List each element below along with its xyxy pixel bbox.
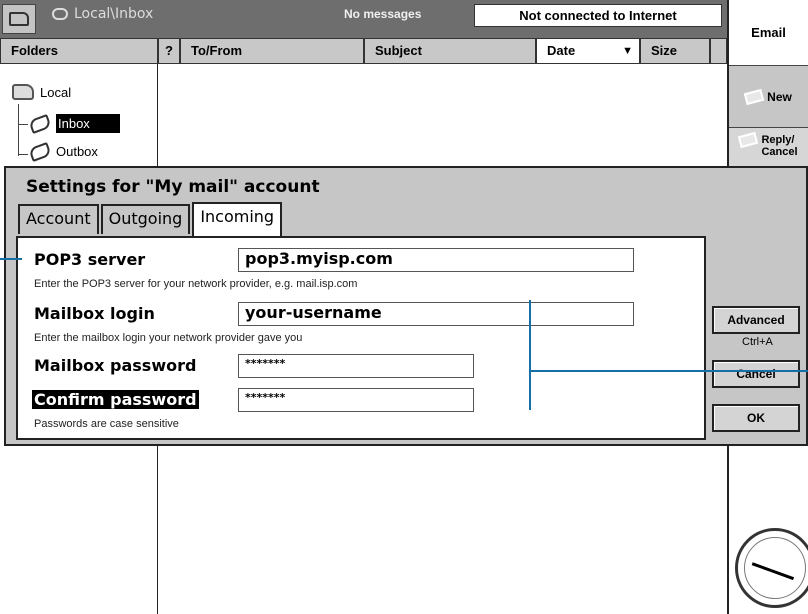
mailbox-login-hint: Enter the mailbox login your network pro…: [34, 332, 303, 344]
clock-face: [744, 537, 806, 599]
pop3-server-hint: Enter the POP3 server for your network p…: [34, 278, 358, 290]
size-column-header[interactable]: Size: [640, 38, 710, 64]
tab-incoming[interactable]: Incoming: [192, 202, 283, 236]
tab-account[interactable]: Account: [18, 204, 99, 234]
annotation-line: [529, 370, 808, 372]
mailbox-login-label: Mailbox login: [34, 304, 155, 323]
tree-line: [18, 124, 28, 125]
mailbox-password-label: Mailbox password: [34, 356, 197, 375]
mailbox-login-input[interactable]: your-username: [238, 302, 634, 326]
new-button[interactable]: New: [729, 66, 808, 128]
advanced-shortcut: Ctrl+A: [742, 336, 773, 348]
annotation-line: [529, 300, 531, 410]
annotation-line: [0, 258, 22, 260]
message-count: No messages: [344, 7, 422, 21]
envelope-icon: [738, 131, 759, 149]
flag-column-header[interactable]: ?: [158, 38, 180, 64]
location-path[interactable]: Local\Inbox: [52, 6, 153, 22]
folder-local-icon: [12, 84, 34, 100]
pop3-server-label: POP3 server: [34, 250, 146, 269]
folders-header[interactable]: Folders: [0, 38, 158, 64]
reply-button[interactable]: Reply/ Cancel: [729, 128, 808, 168]
folder-button[interactable]: [2, 4, 36, 34]
folder-outbox[interactable]: Outbox: [28, 141, 98, 162]
dialog-title: Settings for "My mail" account: [26, 177, 320, 197]
confirm-password-input[interactable]: *******: [238, 388, 474, 412]
mailbox-icon: [28, 113, 52, 134]
confirm-password-label: Confirm password: [32, 390, 199, 409]
clock-icon[interactable]: [735, 528, 808, 608]
column-header-spacer: [710, 38, 727, 64]
settings-dialog: Settings for "My mail" account Account O…: [4, 166, 808, 446]
email-button[interactable]: Email: [729, 0, 808, 66]
tree-line: [18, 104, 19, 156]
folder-icon: [9, 12, 29, 26]
dialog-tabs: Account Outgoing Incoming: [18, 202, 284, 236]
to-from-column-header[interactable]: To/From: [180, 38, 364, 64]
folder-local[interactable]: Local: [12, 84, 71, 100]
tree-line: [18, 154, 28, 155]
sort-down-icon: ▼: [622, 45, 633, 57]
advanced-button[interactable]: Advanced: [712, 306, 800, 334]
ok-button[interactable]: OK: [712, 404, 800, 432]
folder-inbox[interactable]: Inbox: [28, 113, 120, 134]
title-bar: Local\Inbox No messages Not connected to…: [0, 0, 727, 38]
mailbox-password-input[interactable]: *******: [238, 354, 474, 378]
subject-column-header[interactable]: Subject: [364, 38, 536, 64]
envelope-icon: [743, 88, 765, 105]
connection-status: Not connected to Internet: [474, 4, 722, 27]
tab-outgoing[interactable]: Outgoing: [100, 204, 191, 234]
date-column-header[interactable]: Date ▼: [536, 38, 640, 64]
incoming-panel: POP3 server pop3.myisp.com Enter the POP…: [16, 236, 706, 440]
pop3-server-input[interactable]: pop3.myisp.com: [238, 248, 634, 272]
password-hint: Passwords are case sensitive: [34, 418, 179, 430]
cancel-button[interactable]: Cancel: [712, 360, 800, 388]
location-icon: [52, 8, 68, 20]
mailbox-icon: [28, 141, 52, 162]
